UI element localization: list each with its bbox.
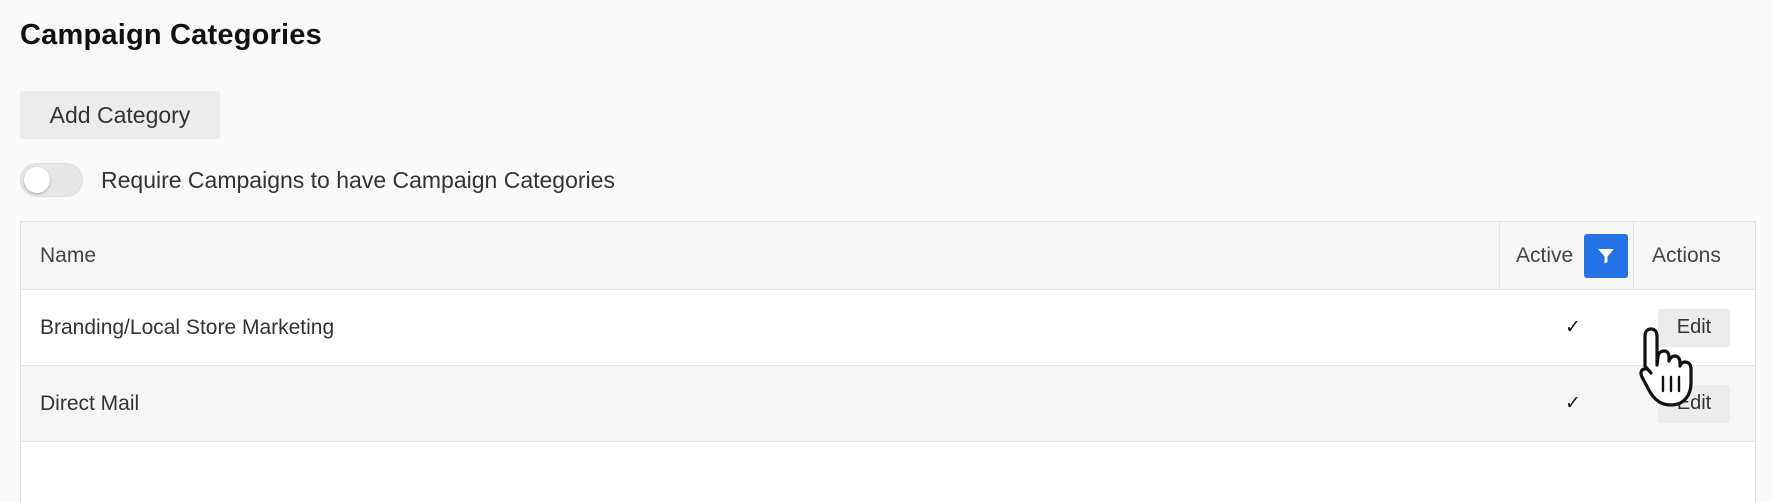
add-category-button[interactable]: Add Category <box>20 91 220 139</box>
active-check-icon: ✓ <box>1565 317 1581 338</box>
table-header: Name Active Actions <box>21 222 1755 290</box>
column-header-active-label: Active <box>1516 243 1574 267</box>
active-cell: ✓ <box>1499 366 1633 441</box>
active-check-icon: ✓ <box>1565 393 1581 414</box>
category-name: Branding/Local Store Marketing <box>40 315 335 339</box>
edit-button[interactable]: Edit <box>1658 384 1730 423</box>
table-row: Direct Mail ✓ Edit <box>21 366 1755 442</box>
column-header-name-label: Name <box>40 243 97 267</box>
column-header-actions-label: Actions <box>1652 243 1721 267</box>
column-header-active: Active <box>1499 222 1633 289</box>
actions-cell: Edit <box>1633 290 1755 365</box>
categories-table: Name Active Actions Branding/Local Store… <box>20 221 1756 502</box>
require-categories-setting: Require Campaigns to have Campaign Categ… <box>20 163 615 197</box>
filter-icon <box>1598 248 1615 263</box>
table-row <box>21 442 1755 502</box>
category-name: Direct Mail <box>40 391 140 415</box>
toggle-knob <box>24 167 50 193</box>
page-title: Campaign Categories <box>20 19 322 51</box>
edit-button[interactable]: Edit <box>1658 308 1730 347</box>
table-row: Branding/Local Store Marketing ✓ Edit <box>21 290 1755 366</box>
active-filter-button[interactable] <box>1584 233 1629 278</box>
require-categories-label: Require Campaigns to have Campaign Categ… <box>101 166 615 193</box>
require-categories-toggle[interactable] <box>20 163 83 197</box>
active-cell: ✓ <box>1499 290 1633 365</box>
column-header-name[interactable]: Name <box>21 222 1499 289</box>
column-header-actions: Actions <box>1633 222 1755 289</box>
actions-cell: Edit <box>1633 366 1755 441</box>
